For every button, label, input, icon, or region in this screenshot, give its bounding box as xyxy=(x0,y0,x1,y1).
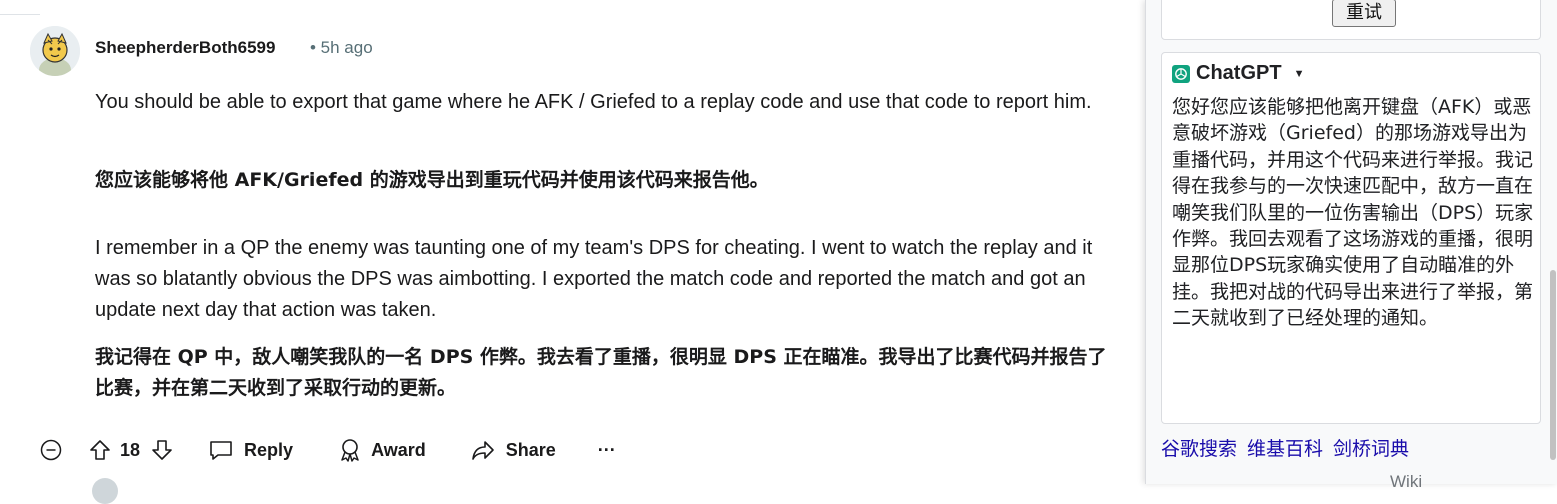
share-arrow-icon xyxy=(471,441,494,460)
chatgpt-result-box: ChatGPT ▼ 您好您应该能够把他离开键盘（AFK）或恶意破坏游戏（Grie… xyxy=(1161,52,1541,424)
avatar-icon xyxy=(30,26,80,76)
award-label: Award xyxy=(371,439,426,460)
next-comment-avatar[interactable] xyxy=(92,478,118,504)
wiki-label-peek: Wiki xyxy=(1390,472,1423,491)
more-options-button[interactable]: ··· xyxy=(598,440,616,461)
comment-paragraph-en-2: I remember in a QP the enemy was tauntin… xyxy=(95,237,1093,321)
reply-label: Reply xyxy=(244,439,294,460)
translation-panel: 重试 ChatGPT ▼ 您好您应该能够把他离开键盘（AFK）或恶意破坏游戏（G… xyxy=(1145,0,1557,491)
arrow-up-icon xyxy=(90,440,110,460)
retry-button[interactable]: 重试 xyxy=(1332,0,1396,27)
more-options-icon: ··· xyxy=(597,439,616,460)
chatgpt-title: ChatGPT xyxy=(1196,62,1282,84)
link-google-search[interactable]: 谷歌搜索 xyxy=(1161,434,1237,461)
dropdown-caret-icon[interactable]: ▼ xyxy=(1294,68,1305,80)
share-label: Share xyxy=(505,439,556,460)
collapse-thread-button[interactable] xyxy=(40,439,62,461)
comment-action-bar: 18 Reply Award Share ··· xyxy=(40,432,616,468)
chatgpt-header[interactable]: ChatGPT ▼ xyxy=(1172,62,1304,85)
vote-count: 18 xyxy=(120,439,141,460)
thread-line xyxy=(0,0,40,15)
panel-scrollbar[interactable] xyxy=(1550,270,1556,460)
downvote-button[interactable] xyxy=(150,438,174,462)
comment-paragraph-zh-1: 您应该能够将他 AFK/Griefed 的游戏导出到重玩代码并使用该代码来报告他… xyxy=(95,169,769,191)
award-button[interactable]: Award xyxy=(337,437,426,463)
reply-button[interactable]: Reply xyxy=(208,438,293,462)
reference-links: 谷歌搜索 维基百科 剑桥词典 xyxy=(1161,434,1409,461)
share-button[interactable]: Share xyxy=(470,438,556,462)
link-wikipedia[interactable]: 维基百科 xyxy=(1247,434,1323,461)
link-cambridge-dictionary[interactable]: 剑桥词典 xyxy=(1333,434,1409,461)
comment-author[interactable]: SheepherderBoth6599 xyxy=(95,38,275,58)
minus-circle-icon xyxy=(40,439,62,461)
avatar[interactable] xyxy=(30,26,80,76)
comment-paragraph-en-1: You should be able to export that game w… xyxy=(95,91,1092,113)
comment-bubble-icon xyxy=(210,441,232,460)
openai-knot-icon xyxy=(1175,67,1187,80)
award-icon xyxy=(341,439,359,462)
previous-result-box: 重试 xyxy=(1161,0,1541,40)
chatgpt-logo-icon xyxy=(1172,64,1190,83)
comment-paragraph-zh-2: 我记得在 QP 中，敌人嘲笑我队的一名 DPS 作弊。我去看了重播，很明显 DP… xyxy=(95,346,1107,399)
comment-timestamp[interactable]: • 5h ago xyxy=(310,38,373,58)
chatgpt-translation-text: 您好您应该能够把他离开键盘（AFK）或恶意破坏游戏（Griefed）的那场游戏导… xyxy=(1172,96,1534,330)
arrow-down-icon xyxy=(152,440,172,460)
upvote-button[interactable] xyxy=(88,438,112,462)
